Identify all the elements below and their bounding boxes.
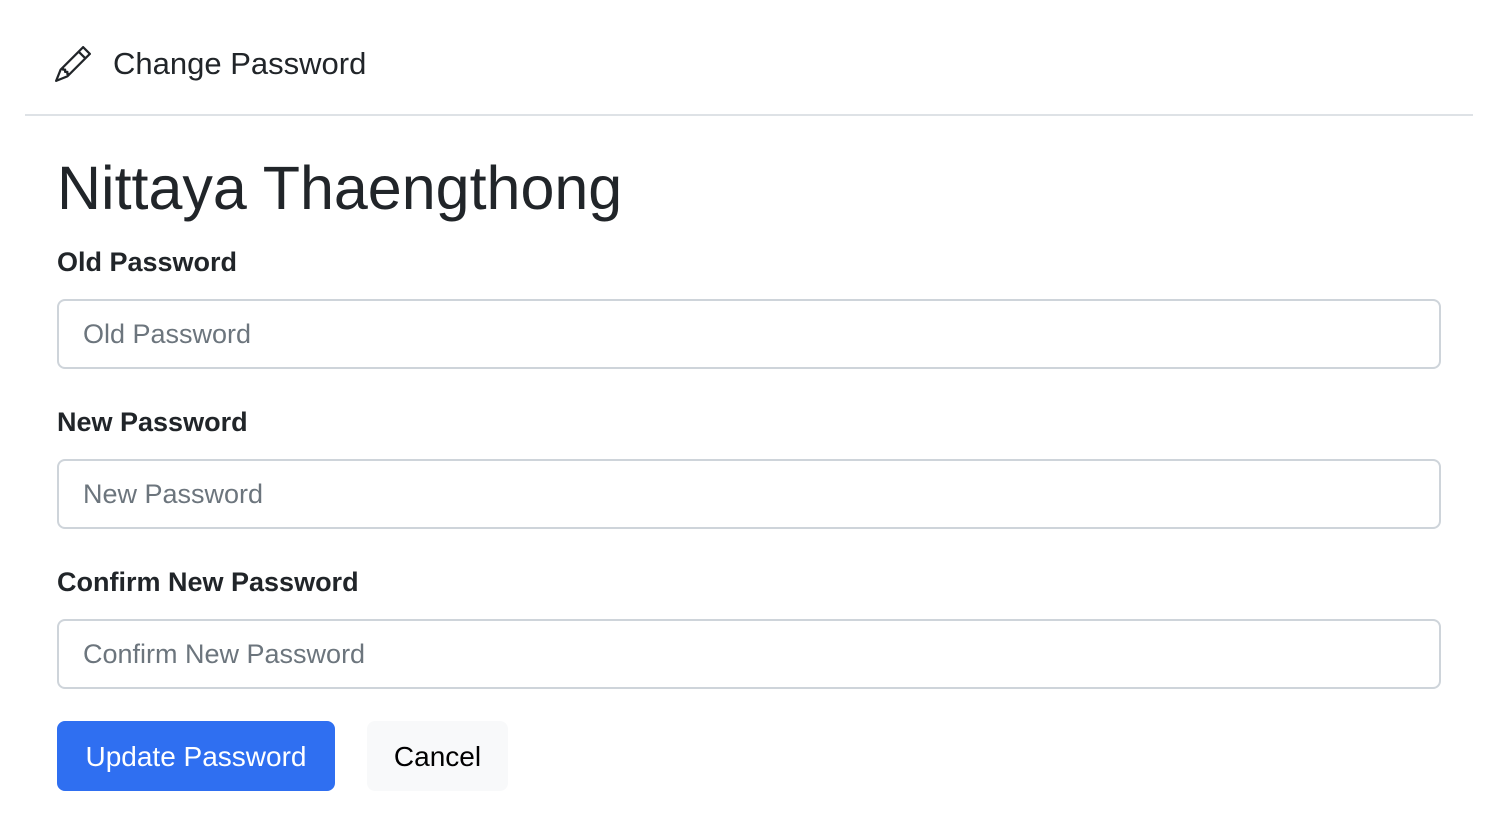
new-password-input[interactable] bbox=[57, 459, 1441, 529]
old-password-label: Old Password bbox=[57, 247, 238, 277]
pencil-icon bbox=[55, 45, 92, 82]
modal-header: Change Password bbox=[25, 0, 1473, 116]
update-password-button[interactable]: Update Password bbox=[57, 721, 335, 791]
modal-title: Change Password bbox=[113, 46, 367, 81]
old-password-input[interactable] bbox=[57, 299, 1441, 369]
new-password-label: New Password bbox=[57, 407, 248, 437]
user-name-heading: Nittaya Thaengthong bbox=[57, 154, 623, 222]
cancel-button[interactable]: Cancel bbox=[367, 721, 508, 791]
confirm-password-input[interactable] bbox=[57, 619, 1441, 689]
confirm-password-label: Confirm New Password bbox=[57, 567, 359, 597]
